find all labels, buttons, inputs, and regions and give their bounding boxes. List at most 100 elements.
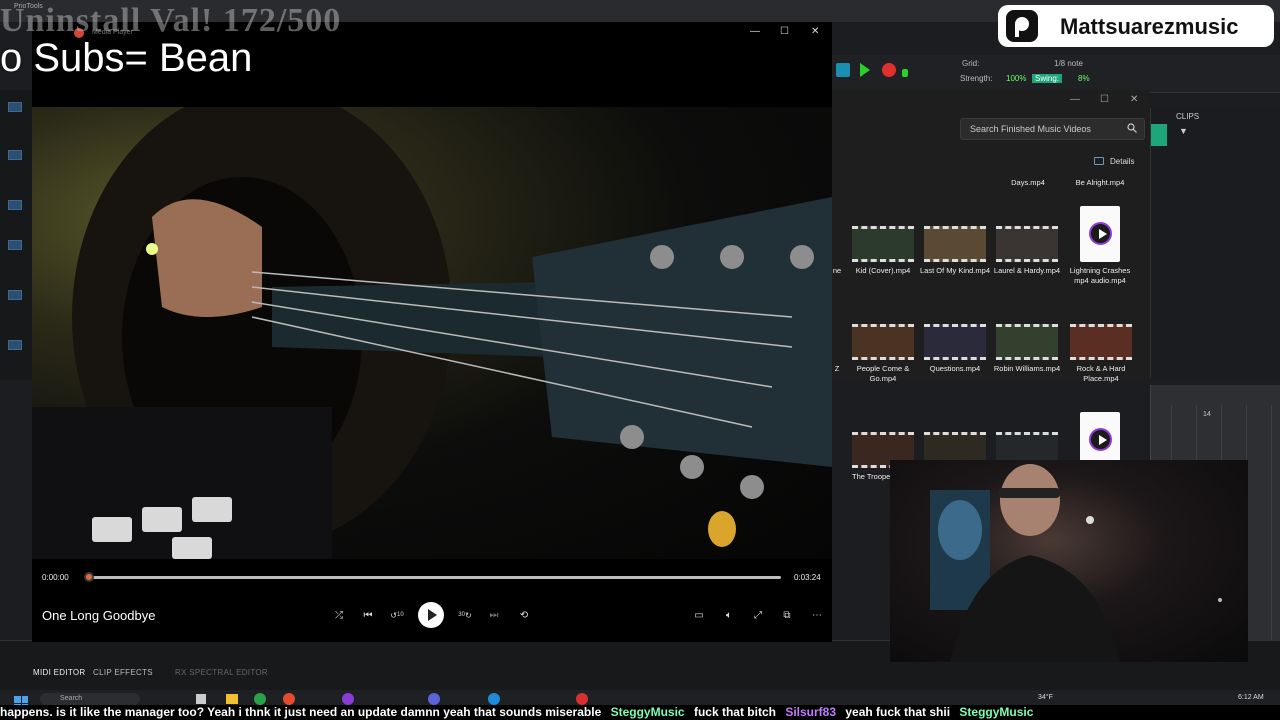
screen: PrioTools Grid: 1/8 note Strength: 100% … [0, 0, 1280, 720]
skip-forward-label: 30 [458, 612, 465, 618]
file-label[interactable]: Days.mp4 [990, 178, 1066, 188]
grid-value[interactable]: 1/8 note [1054, 59, 1083, 68]
folder-icon[interactable] [226, 694, 238, 704]
search-icon [1127, 123, 1137, 133]
video-thumbnail[interactable] [852, 226, 914, 262]
maximize-icon[interactable]: ☐ [780, 26, 789, 37]
webcam-overlay [890, 460, 1248, 662]
track-chip[interactable] [8, 102, 22, 112]
explorer-search-field[interactable]: Search Finished Music Videos [960, 118, 1145, 140]
minimize-icon[interactable]: — [1070, 94, 1080, 105]
video-thumbnail[interactable] [924, 226, 986, 262]
skip-back-10-icon[interactable]: ↺ 10 [388, 606, 406, 624]
track-chip[interactable] [8, 340, 22, 350]
brand-badge: Mattsuarezmusic [998, 5, 1274, 47]
chat-ticker: happens. is it like the manager too? Yea… [0, 705, 1280, 720]
uninstall-goal-overlay: Uninstall Val! 172/500 [0, 2, 342, 39]
clips-accent [1151, 124, 1167, 146]
details-button[interactable]: Details [1110, 157, 1134, 166]
chat-message: fuck that bitch [693, 705, 776, 719]
clock-time[interactable]: 6:12 AM [1238, 694, 1264, 701]
taskbar-search-field[interactable] [40, 693, 140, 705]
daw-track-list [0, 90, 32, 380]
seek-bar[interactable] [89, 576, 781, 579]
details-icon [1094, 157, 1104, 165]
guitar-video-image [32, 107, 832, 559]
metronome-indicator [902, 69, 908, 77]
video-thumbnail[interactable] [852, 324, 914, 360]
track-chip[interactable] [8, 200, 22, 210]
chrome-icon[interactable] [254, 693, 266, 705]
file-label[interactable]: Last Of My Kind.mp4 [917, 266, 993, 276]
seek-handle[interactable] [84, 572, 94, 582]
play-button[interactable] [418, 602, 444, 628]
media-player-window: Media Player — ☐ ✕ 0:00:00 0:03:24 One L… [32, 22, 832, 642]
app-icon[interactable] [342, 693, 354, 705]
volume-icon[interactable]: 🔈︎ [720, 606, 738, 624]
close-icon[interactable]: ✕ [1130, 94, 1138, 105]
video-thumbnail[interactable] [996, 226, 1058, 262]
video-frame[interactable] [32, 107, 832, 559]
strength-label: Strength: [960, 74, 993, 83]
weather-temp[interactable]: 34°F [1038, 694, 1053, 701]
file-explorer-window: — ☐ ✕ Search Finished Music Videos Detai… [832, 90, 1150, 383]
file-label[interactable]: People Come & Go.mp4 [845, 364, 921, 384]
shuffle-icon[interactable]: ⤮ [330, 606, 348, 624]
file-label[interactable]: Rock & A Hard Place.mp4 [1063, 364, 1139, 384]
close-icon[interactable]: ✕ [811, 26, 819, 37]
more-icon[interactable]: ⋯ [808, 606, 826, 624]
loop-button[interactable] [836, 63, 850, 77]
minimize-icon[interactable]: — [750, 26, 760, 37]
patreon-logo-icon [1006, 10, 1038, 42]
repeat-off-icon[interactable]: ⟲ [515, 606, 533, 624]
app-icon[interactable] [428, 693, 440, 705]
file-label[interactable]: Questions.mp4 [917, 364, 993, 374]
app-icon[interactable] [196, 694, 206, 704]
app-icon[interactable] [576, 693, 588, 705]
fullscreen-icon[interactable]: ⤢ [749, 606, 767, 624]
chat-username: SteggyMusic [610, 705, 685, 719]
clips-panel: CLIPS ▼ [1150, 108, 1280, 378]
video-thumbnail[interactable] [996, 324, 1058, 360]
next-icon[interactable]: ⏭ [485, 606, 503, 624]
file-label[interactable]: Lightning Crashes mp4 audio.mp4 [1062, 266, 1138, 286]
file-label[interactable]: Kid (Cover).mp4 [845, 266, 921, 276]
grid-label: Grid: [962, 59, 980, 68]
skip-forward-30-icon[interactable]: 30 ↻ [456, 606, 474, 624]
track-chip[interactable] [8, 290, 22, 300]
subtitles-icon[interactable]: ▭ [690, 606, 708, 624]
brand-name: Mattsuarezmusic [1060, 14, 1239, 39]
track-title: One Long Goodbye [42, 608, 156, 623]
play-transport-button[interactable] [860, 63, 870, 77]
file-label[interactable]: Robin Williams.mp4 [989, 364, 1065, 374]
previous-icon[interactable]: ⏮ [359, 606, 377, 624]
partial-file-label: Z [834, 364, 840, 373]
tab-midi-editor[interactable]: MIDI EDITOR [33, 668, 86, 677]
video-thumbnail[interactable] [1070, 324, 1132, 360]
track-chip[interactable] [8, 240, 22, 250]
taskbar-search-placeholder: Search [60, 695, 83, 702]
ruler-marker: 14 [1203, 411, 1211, 418]
app-icon[interactable] [488, 693, 500, 705]
strength-value[interactable]: 100% [1006, 74, 1026, 83]
tab-rx-spectral-editor[interactable]: RX SPECTRAL EDITOR [175, 668, 268, 677]
swing-label: Swing: [1032, 74, 1063, 83]
daw-transport-bar: Grid: 1/8 note Strength: 100% Swing: 8% [830, 55, 1280, 93]
tab-clip-effects[interactable]: CLIP EFFECTS [93, 668, 153, 677]
audio-file-icon[interactable] [1080, 206, 1120, 262]
video-thumbnail[interactable] [924, 324, 986, 360]
skip-back-label: 10 [397, 612, 404, 618]
swing-value[interactable]: 8% [1078, 74, 1090, 83]
file-label[interactable]: Laurel & Hardy.mp4 [989, 266, 1065, 276]
chat-username: Silsurf83 [785, 705, 837, 719]
chat-username: SteggyMusic [959, 705, 1034, 719]
current-time: 0:00:00 [42, 573, 69, 582]
browser-icon[interactable] [283, 693, 295, 705]
maximize-icon[interactable]: ☐ [1100, 94, 1109, 105]
file-label[interactable]: Be Alright.mp4 [1062, 178, 1138, 188]
record-button[interactable] [882, 63, 896, 77]
miniplayer-icon[interactable]: ⧉ [778, 606, 796, 624]
filter-icon[interactable]: ▼ [1179, 126, 1188, 136]
track-chip[interactable] [8, 150, 22, 160]
total-time: 0:03:24 [794, 573, 821, 582]
